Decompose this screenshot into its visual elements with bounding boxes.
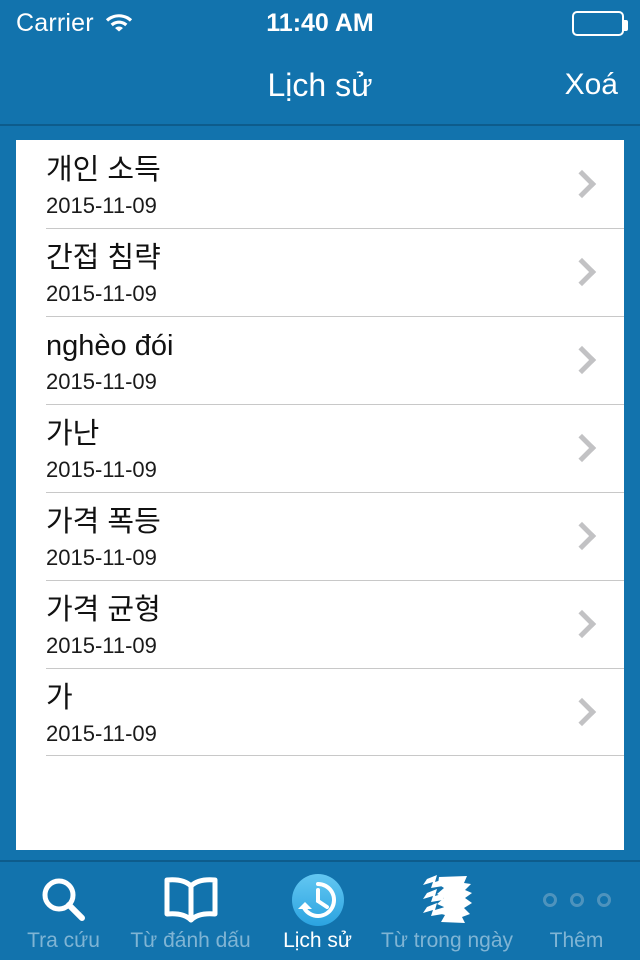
tab-bar: Tra cứu Từ đánh dấu Lịch sử Từ trong ngà… — [0, 860, 640, 960]
list-item[interactable]: nghèo đói 2015-11-09 — [16, 316, 624, 404]
more-dot — [596, 893, 611, 907]
chevron-right-icon — [572, 523, 588, 549]
chevron-right-icon — [572, 259, 588, 285]
tab-label: Từ đánh dấu — [130, 929, 251, 952]
tab-tra-cuu[interactable]: Tra cứu — [0, 862, 127, 960]
tab-label: Từ trong ngày — [381, 929, 514, 952]
battery-icon — [572, 10, 628, 36]
list-item-date: 2015-11-09 — [46, 369, 157, 394]
tab-lich-su[interactable]: Lịch sử — [254, 862, 381, 960]
list-item-title: nghèo đói — [46, 330, 174, 362]
open-book-icon — [162, 874, 220, 926]
stacked-pages-icon — [417, 874, 477, 926]
tab-tu-danh-dau[interactable]: Từ đánh dấu — [127, 862, 254, 960]
chevron-right-icon — [572, 347, 588, 373]
list-item-date: 2015-11-09 — [46, 633, 157, 658]
list-item[interactable]: 간접 침략 2015-11-09 — [16, 228, 624, 316]
more-dots-icon — [542, 874, 611, 926]
list-item-title: 간접 침략 — [46, 242, 161, 274]
clear-history-button[interactable]: Xoá — [565, 46, 618, 124]
status-bar-right — [572, 10, 628, 36]
chevron-right-icon — [572, 699, 588, 725]
wifi-icon — [104, 10, 134, 37]
list-item-date: 2015-11-09 — [46, 721, 157, 746]
list-item-title: 개인 소득 — [46, 154, 161, 186]
tab-them[interactable]: Thêm — [513, 862, 640, 960]
status-bar: Carrier 11:40 AM — [0, 0, 640, 46]
chevron-right-icon — [572, 435, 588, 461]
tab-label: Lịch sử — [283, 929, 352, 952]
app-screen: Carrier 11:40 AM Lịch sử Xoá 개인 소득 2015-… — [0, 0, 640, 960]
list-item-date: 2015-11-09 — [46, 281, 157, 306]
list-item[interactable]: 가격 균형 2015-11-09 — [16, 580, 624, 668]
list-item-date: 2015-11-09 — [46, 545, 157, 570]
list-item[interactable]: 개인 소득 2015-11-09 — [16, 140, 624, 228]
list-item-title: 가난 — [46, 418, 100, 450]
chevron-right-icon — [572, 611, 588, 637]
carrier-label: Carrier — [16, 8, 94, 37]
list-item[interactable]: 가난 2015-11-09 — [16, 404, 624, 492]
page-title: Lịch sử — [267, 66, 373, 103]
nav-bar: Lịch sử Xoá — [0, 46, 640, 126]
more-dot — [542, 893, 557, 907]
list-item[interactable]: 가 2015-11-09 — [16, 668, 624, 756]
status-bar-left: Carrier — [16, 9, 134, 38]
list-item-title: 가 — [46, 682, 73, 714]
tab-label: Tra cứu — [27, 929, 100, 952]
list-item-date: 2015-11-09 — [46, 193, 157, 218]
list-item-title: 가격 균형 — [46, 594, 161, 626]
chevron-right-icon — [572, 171, 588, 197]
tab-tu-trong-ngay[interactable]: Từ trong ngày — [381, 862, 513, 960]
more-dot — [569, 893, 584, 907]
list-item-date: 2015-11-09 — [46, 457, 157, 482]
tab-label: Thêm — [549, 929, 604, 952]
list-item-title: 가격 폭등 — [46, 506, 161, 538]
search-icon — [38, 874, 90, 926]
list-empty-space — [16, 756, 624, 844]
history-clock-icon — [291, 874, 345, 926]
history-list: 개인 소득 2015-11-09 간접 침략 2015-11-09 nghèo … — [16, 140, 624, 850]
list-item[interactable]: 가격 폭등 2015-11-09 — [16, 492, 624, 580]
